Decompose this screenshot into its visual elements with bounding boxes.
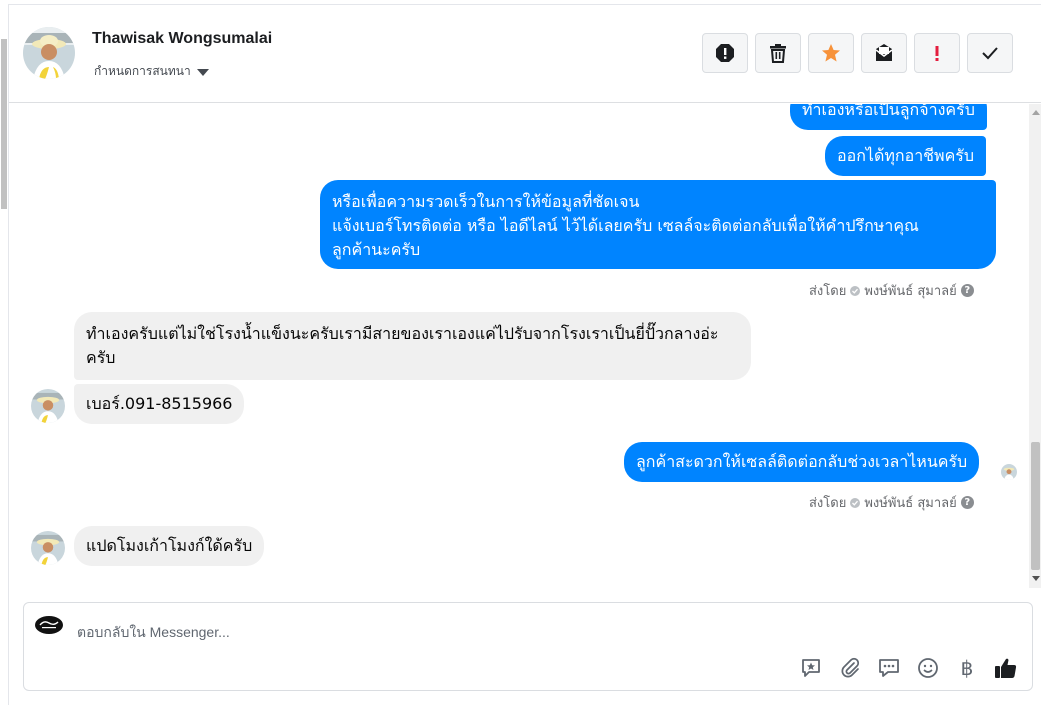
done-check-icon: [980, 43, 1000, 63]
follow-up-button[interactable]: [914, 33, 960, 73]
check-icon: [850, 285, 861, 296]
baht-symbol: ฿: [960, 656, 974, 680]
composer-actions: ฿: [798, 655, 1019, 681]
message-text-line: หรือเพื่อความรวดเร็วในการให้ข้อมูลที่ชัด…: [332, 192, 640, 211]
like-icon[interactable]: [993, 655, 1019, 681]
reply-composer[interactable]: ตอบกลับใน Messenger... ฿: [23, 602, 1033, 691]
attachment-icon[interactable]: [837, 655, 863, 681]
sender-name[interactable]: พงษ์พันธ์ สุมาลย์: [864, 280, 956, 301]
saved-reply-icon[interactable]: [798, 655, 824, 681]
thread-scrollbar[interactable]: [1029, 104, 1041, 588]
message-text-line: แจ้งเบอร์โทรติดต่อ หรือ ไอดีไลน์ ไว้ได้เ…: [332, 216, 919, 235]
page-logo-icon: [34, 615, 64, 635]
check-icon: [850, 497, 861, 508]
sender-name[interactable]: พงษ์พันธ์ สุมาลย์: [864, 492, 956, 513]
message-incoming[interactable]: แปดโมงเก้าโมงก์ใด้ครับ: [74, 526, 265, 566]
scroll-up-arrow-icon[interactable]: [1032, 110, 1040, 115]
chevron-down-icon: [196, 68, 209, 76]
follow-up-icon: [933, 43, 941, 63]
message-text-line: ครับ: [86, 348, 116, 367]
report-icon: [715, 43, 735, 63]
sent-by-label: ส่งโดย พงษ์พันธ์ สุมาลย์ ?: [809, 492, 974, 513]
message-text: ลูกค้าสะดวกให้เซลล์ติดต่อกลับช่วงเวลาไหน…: [636, 452, 968, 471]
message-text: เบอร์.091-8515966: [86, 394, 233, 413]
help-icon[interactable]: ?: [960, 284, 974, 297]
message-thread[interactable]: ทำเองหรือเป็นลูกจ้างครับ ออกได้ทุกอาชีพค…: [9, 104, 1041, 588]
message-text-line: ทำเองครับแต่ไม่ใช่โรงน้ำแข็งนะครับเรามีส…: [86, 324, 719, 343]
scroll-down-arrow-icon[interactable]: [1032, 576, 1040, 581]
sent-by-text: ส่งโดย: [809, 496, 847, 511]
message-text: ทำเองหรือเป็นลูกจ้างครับ: [802, 104, 975, 119]
contact-avatar[interactable]: [23, 27, 75, 79]
message-text-line: ลูกค้านะครับ: [332, 240, 421, 259]
emoji-icon[interactable]: [915, 655, 941, 681]
star-button[interactable]: [808, 33, 854, 73]
sent-by-text: ส่งโดย: [809, 284, 847, 299]
sent-by-label: ส่งโดย พงษ์พันธ์ สุมาลย์ ?: [809, 280, 974, 301]
reply-input[interactable]: ตอบกลับใน Messenger...: [77, 622, 230, 644]
message-outgoing[interactable]: ออกได้ทุกอาชีพครับ: [825, 136, 987, 176]
message-outgoing[interactable]: ลูกค้าสะดวกให้เซลล์ติดต่อกลับช่วงเวลาไหน…: [624, 442, 980, 482]
outer-scrollbar[interactable]: [1, 31, 9, 501]
outer-scroll-thumb[interactable]: [1, 39, 7, 209]
mark-done-button[interactable]: [967, 33, 1013, 73]
conversation-header: Thawisak Wongsumalai กำหนดการสนทนา: [9, 5, 1041, 103]
scroll-thumb[interactable]: [1031, 442, 1040, 570]
message-incoming[interactable]: เบอร์.091-8515966: [74, 384, 245, 424]
help-icon[interactable]: ?: [960, 496, 974, 509]
mark-unread-button[interactable]: [861, 33, 907, 73]
baht-icon[interactable]: ฿: [954, 655, 980, 681]
delete-button[interactable]: [755, 33, 801, 73]
contact-name[interactable]: Thawisak Wongsumalai: [92, 30, 272, 48]
assign-conversation-dropdown[interactable]: กำหนดการสนทนา: [94, 62, 209, 81]
contact-avatar-small[interactable]: [31, 531, 65, 565]
comment-icon[interactable]: [876, 655, 902, 681]
assign-label: กำหนดการสนทนา: [94, 64, 191, 78]
message-outgoing[interactable]: หรือเพื่อความรวดเร็วในการให้ข้อมูลที่ชัด…: [320, 180, 996, 269]
mark-unread-icon: [874, 43, 894, 63]
report-button[interactable]: [702, 33, 748, 73]
message-outgoing[interactable]: ทำเองหรือเป็นลูกจ้างครับ: [790, 104, 987, 130]
contact-avatar-small[interactable]: [31, 389, 65, 423]
trash-icon: [769, 43, 787, 63]
message-text: ออกได้ทุกอาชีพครับ: [837, 146, 975, 165]
message-incoming[interactable]: ทำเองครับแต่ไม่ใช่โรงน้ำแข็งนะครับเรามีส…: [74, 312, 751, 380]
messenger-panel: Thawisak Wongsumalai กำหนดการสนทนา ทำเอง…: [1, 4, 1041, 705]
star-icon: [821, 43, 841, 63]
conversation-toolbar: [702, 33, 1013, 73]
seen-avatar: [1001, 464, 1017, 480]
message-text: แปดโมงเก้าโมงก์ใด้ครับ: [86, 536, 253, 555]
